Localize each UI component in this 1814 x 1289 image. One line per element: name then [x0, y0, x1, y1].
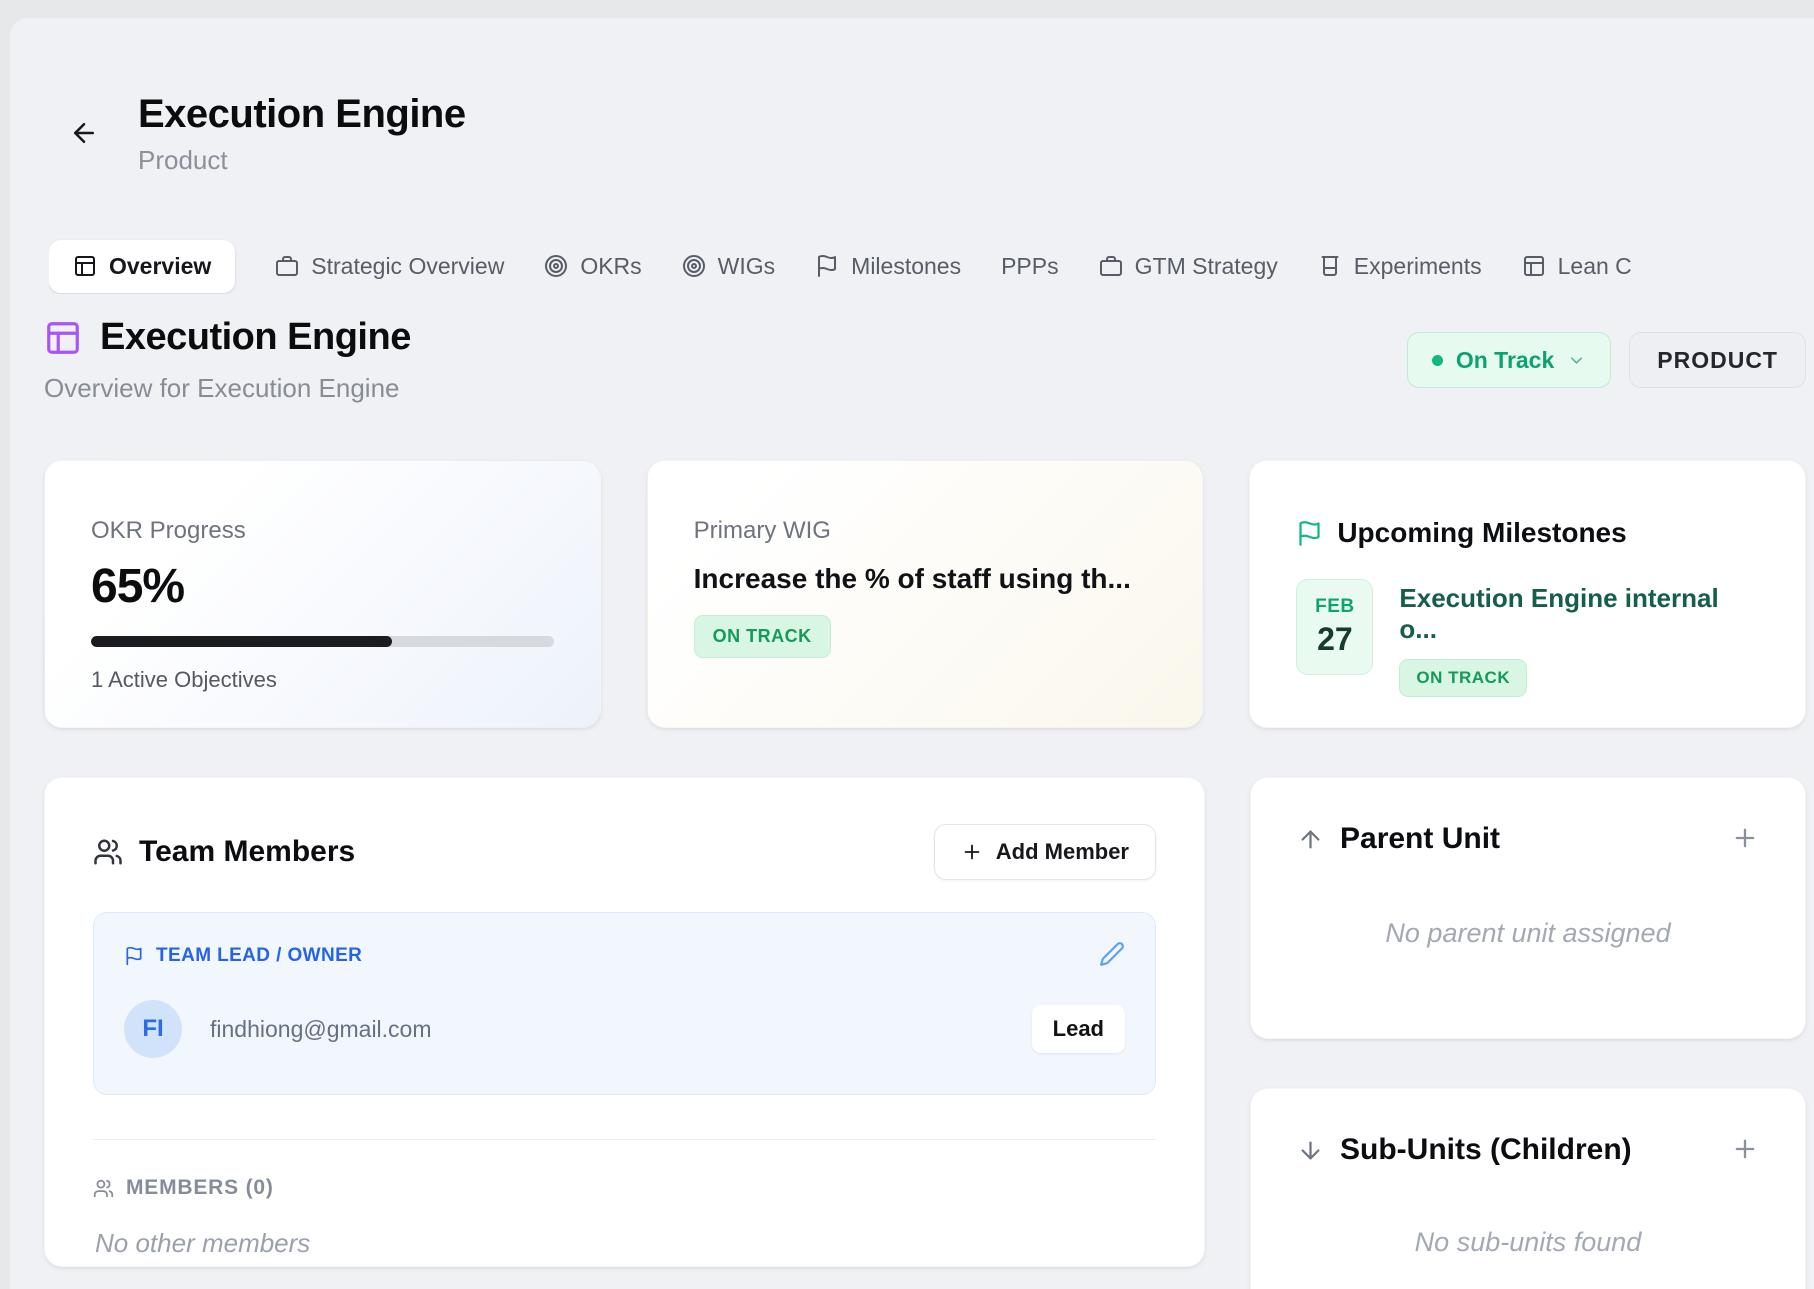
flag-icon: [124, 946, 144, 966]
stat-cards-row: OKR Progress 65% 1 Active Objectives Pri…: [44, 460, 1806, 728]
team-members-card: Team Members Add Member TEAM LEAD / OWNE…: [44, 777, 1205, 1267]
milestone-date-box: FEB 27: [1296, 579, 1373, 675]
tab-label: WIGs: [718, 253, 776, 280]
milestone-item[interactable]: FEB 27 Execution Engine internal o... ON…: [1296, 579, 1759, 697]
tab-strategic-overview[interactable]: Strategic Overview: [275, 240, 504, 293]
status-dot-icon: [1432, 355, 1443, 366]
okr-progress-bar: [91, 636, 554, 647]
tab-label: GTM Strategy: [1135, 253, 1278, 280]
avatar: FI: [124, 1000, 182, 1058]
plus-icon: [961, 841, 983, 863]
layout-panel-icon: [1522, 254, 1546, 278]
upcoming-milestones-card: Upcoming Milestones FEB 27 Execution Eng…: [1249, 460, 1806, 728]
add-sub-unit-button[interactable]: [1731, 1135, 1759, 1166]
tab-label: PPPs: [1001, 253, 1059, 280]
team-members-title: Team Members: [139, 835, 355, 869]
sub-units-empty-text: No sub-units found: [1297, 1227, 1759, 1258]
type-badge: PRODUCT: [1629, 332, 1806, 388]
flag-icon: [1296, 520, 1323, 547]
team-lead-box: TEAM LEAD / OWNER FI findhiong@gmail.com…: [93, 912, 1156, 1095]
chevron-down-icon: [1567, 351, 1586, 370]
briefcase-icon: [275, 254, 299, 278]
beaker-icon: [1318, 254, 1342, 278]
flag-icon: [815, 254, 839, 278]
add-parent-button[interactable]: [1731, 824, 1759, 855]
header-title: Execution Engine: [138, 92, 466, 137]
tab-overview[interactable]: Overview: [49, 240, 235, 293]
okr-progress-caption: 1 Active Objectives: [91, 667, 554, 693]
pencil-icon: [1099, 941, 1125, 967]
layout-panel-icon: [73, 254, 97, 278]
okr-progress-card: OKR Progress 65% 1 Active Objectives: [44, 460, 601, 728]
back-button[interactable]: [64, 114, 104, 154]
parent-unit-card: Parent Unit No parent unit assigned: [1250, 777, 1806, 1039]
plus-icon: [1731, 1135, 1759, 1163]
tab-label: Strategic Overview: [311, 253, 504, 280]
plus-icon: [1731, 824, 1759, 852]
milestone-month: FEB: [1315, 596, 1355, 618]
primary-wig-label: Primary WIG: [694, 517, 1157, 545]
tab-label: Lean C: [1558, 253, 1632, 280]
primary-wig-title: Increase the % of staff using th...: [694, 563, 1157, 595]
status-label: On Track: [1456, 347, 1554, 374]
arrow-left-icon: [69, 118, 99, 148]
window-header: Execution Engine Product: [64, 92, 466, 176]
okr-progress-value: 65%: [91, 559, 554, 614]
tab-ppps[interactable]: PPPs: [1001, 240, 1059, 293]
target-icon: [544, 254, 568, 278]
tab-label: Overview: [109, 253, 211, 280]
hierarchy-column: Parent Unit No parent unit assigned Sub-…: [1250, 777, 1806, 1289]
tab-label: Milestones: [851, 253, 961, 280]
team-lead-label: TEAM LEAD / OWNER: [156, 945, 362, 967]
briefcase-icon: [1099, 254, 1123, 278]
tab-label: OKRs: [580, 253, 641, 280]
lead-email: findhiong@gmail.com: [210, 1016, 1004, 1043]
tab-wigs[interactable]: WIGs: [682, 240, 776, 293]
milestone-item-title: Execution Engine internal o...: [1399, 583, 1759, 645]
okr-progress-fill: [91, 636, 392, 647]
sub-units-card: Sub-Units (Children) No sub-units found: [1250, 1088, 1806, 1289]
okr-progress-label: OKR Progress: [91, 517, 554, 545]
divider: [93, 1139, 1156, 1140]
milestones-title: Upcoming Milestones: [1337, 517, 1626, 549]
milestone-day: 27: [1317, 621, 1353, 658]
tab-milestones[interactable]: Milestones: [815, 240, 961, 293]
users-icon: [93, 837, 123, 867]
tab-experiments[interactable]: Experiments: [1318, 240, 1482, 293]
page-subtitle: Overview for Execution Engine: [44, 373, 411, 404]
lower-section: Team Members Add Member TEAM LEAD / OWNE…: [44, 777, 1806, 1289]
milestone-status-badge: ON TRACK: [1399, 659, 1527, 697]
parent-unit-title: Parent Unit: [1340, 822, 1500, 856]
primary-wig-card: Primary WIG Increase the % of staff usin…: [647, 460, 1204, 728]
status-dropdown[interactable]: On Track: [1407, 332, 1611, 388]
tab-label: Experiments: [1354, 253, 1482, 280]
parent-unit-empty-text: No parent unit assigned: [1297, 918, 1759, 949]
wig-status-badge: ON TRACK: [694, 615, 831, 658]
tab-gtm-strategy[interactable]: GTM Strategy: [1099, 240, 1278, 293]
lead-role-badge: Lead: [1032, 1005, 1125, 1053]
tab-okrs[interactable]: OKRs: [544, 240, 641, 293]
users-icon: [93, 1178, 114, 1199]
members-count-label: MEMBERS (0): [126, 1176, 274, 1200]
layout-panel-icon: [44, 319, 82, 357]
tab-lean-c[interactable]: Lean C: [1522, 240, 1632, 293]
add-member-button[interactable]: Add Member: [934, 824, 1156, 880]
header-subtitle: Product: [138, 145, 466, 176]
arrow-down-icon: [1297, 1137, 1324, 1164]
members-empty-text: No other members: [95, 1228, 1156, 1259]
page-title: Execution Engine: [100, 316, 411, 359]
arrow-up-icon: [1297, 826, 1324, 853]
tab-bar: Overview Strategic Overview OKRs WIGs Milest…: [49, 238, 1814, 294]
target-icon: [682, 254, 706, 278]
add-member-label: Add Member: [996, 839, 1129, 865]
sub-units-title: Sub-Units (Children): [1340, 1133, 1632, 1167]
page-head: Execution Engine Overview for Execution …: [44, 316, 1806, 404]
edit-lead-button[interactable]: [1099, 941, 1125, 970]
